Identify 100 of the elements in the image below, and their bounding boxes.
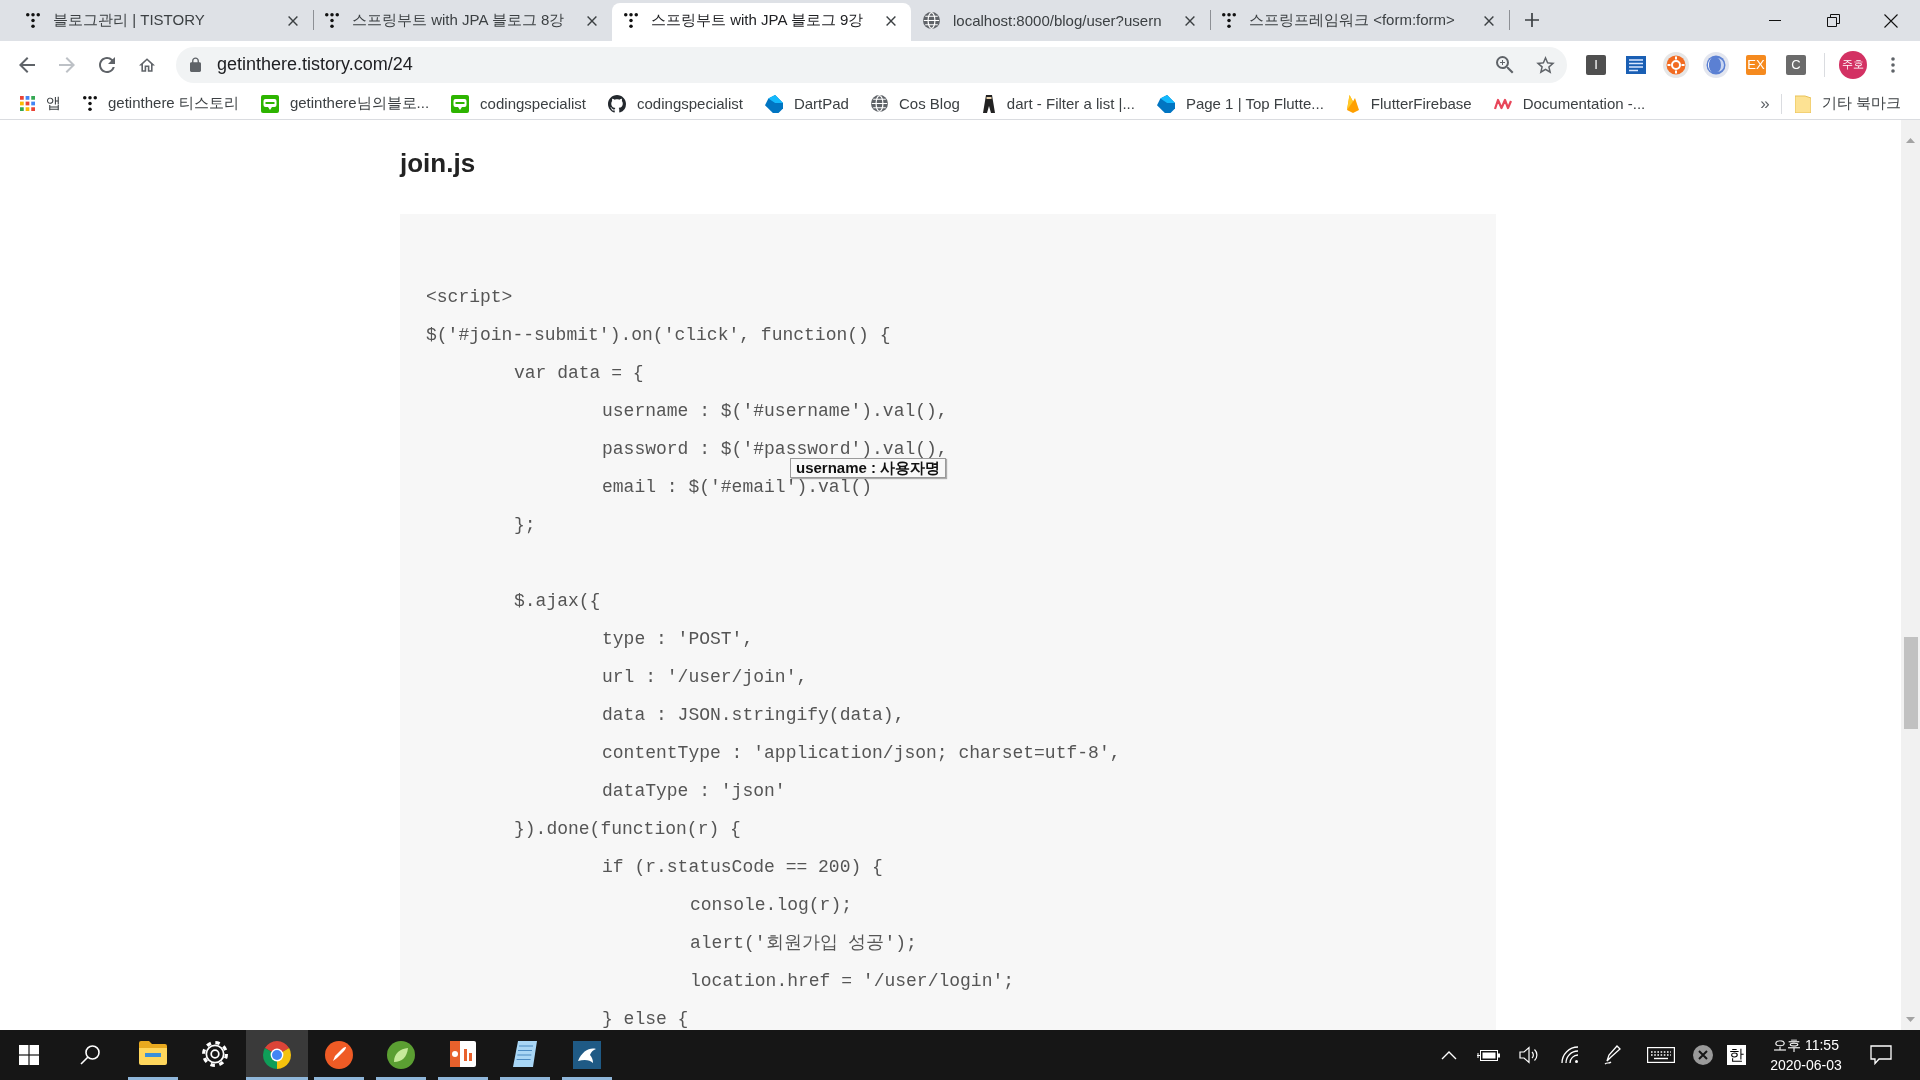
bookmark-item[interactable]: codingspecialist — [597, 89, 754, 118]
x-circle-icon[interactable] — [1693, 1045, 1713, 1065]
chevron-up-icon[interactable] — [1441, 1050, 1457, 1060]
code-line: email : $('#email').val() — [601, 478, 873, 496]
close-icon[interactable] — [587, 15, 597, 26]
code-line: } else { — [601, 1010, 689, 1028]
lock-icon — [190, 56, 201, 73]
post-heading: join.js — [400, 147, 476, 179]
clock-time[interactable]: 오후 11:55 — [1773, 1035, 1839, 1055]
code-line: password : $('#password').val(), — [601, 440, 948, 458]
bookmark-item[interactable]: Documentation -... — [1482, 89, 1657, 118]
bookmark-folder[interactable]: 기타 북마크 — [1783, 89, 1912, 118]
zoom-in-icon[interactable] — [1496, 55, 1514, 74]
close-icon[interactable] — [1185, 15, 1195, 26]
bubble-tile-icon — [451, 94, 470, 113]
wifi-icon[interactable] — [1561, 1046, 1579, 1064]
code-line: var data = { — [513, 364, 644, 382]
code-line: username : $('#username').val(), — [601, 402, 948, 420]
code-line: }).done(function(r) { — [513, 820, 741, 838]
pen-icon[interactable] — [1604, 1045, 1622, 1065]
code-line: data : JSON.stringify(data), — [601, 706, 905, 724]
zigzag-icon — [1493, 97, 1512, 110]
striped-tile-icon[interactable] — [1626, 55, 1646, 74]
bookmark-item[interactable]: getinthere 티스토리 — [72, 89, 250, 118]
cat-silhouette-icon — [608, 94, 626, 113]
logo-tile-icon[interactable] — [573, 1041, 601, 1069]
bookmark-item[interactable]: Cos Blog — [859, 89, 971, 118]
extension-button[interactable]: C — [1786, 54, 1806, 75]
diamond-icon — [764, 94, 783, 113]
clock-date[interactable]: 2020-06-03 — [1770, 1055, 1842, 1075]
code-line: type : 'POST', — [601, 630, 754, 648]
folder-icon — [1794, 94, 1811, 113]
more-bookmarks-button[interactable]: » — [1751, 89, 1779, 118]
flame-icon — [1345, 94, 1360, 113]
bookmark-item[interactable]: getinthere님의블로... — [249, 89, 441, 118]
dots-icon — [624, 13, 638, 28]
leaf-icon[interactable] — [387, 1041, 415, 1069]
code-line: $('#join--submit').on('click', function() { — [426, 326, 891, 344]
code-line: <script> — [426, 288, 513, 306]
start-icon[interactable] — [19, 1045, 39, 1065]
plus-icon[interactable] — [1525, 13, 1539, 27]
reload-icon[interactable] — [99, 56, 115, 73]
address-bar[interactable]: getinthere.tistory.com/24 — [176, 46, 1567, 83]
taskbar-button[interactable] — [246, 1030, 308, 1080]
code-line: if (r.statusCode == 200) { — [601, 858, 883, 876]
close-icon[interactable] — [1884, 13, 1898, 28]
globe-icon — [870, 95, 888, 112]
feather-circle-icon[interactable] — [325, 1041, 353, 1069]
code-line: location.href = '/user/login'; — [689, 972, 1015, 990]
apps-grid-icon — [20, 96, 35, 111]
folder-icon[interactable] — [139, 1041, 167, 1065]
profile-avatar[interactable]: 주호 — [1839, 50, 1867, 79]
gear-icon[interactable] — [202, 1041, 228, 1067]
scrollbar[interactable] — [1901, 120, 1920, 1030]
browser-tab[interactable]: 블로그관리 | TISTORY — [14, 3, 313, 41]
bubble-tile-icon — [260, 94, 279, 113]
browser-tab[interactable]: 스프링프레임워크 <form:form> — [1210, 3, 1509, 41]
notification-icon[interactable] — [1870, 1045, 1892, 1065]
star-icon[interactable] — [1536, 55, 1555, 74]
back-arrow-icon[interactable] — [19, 56, 35, 73]
close-icon[interactable] — [1484, 15, 1494, 26]
tricolor-circle-icon[interactable] — [263, 1041, 291, 1069]
code-line: contentType : 'application/json; charset=utf-8', — [601, 744, 1121, 762]
bookmark-item[interactable]: Page 1 | Top Flutte... — [1145, 89, 1335, 118]
bookmark-item[interactable]: DartPad — [753, 89, 860, 118]
ring-icon[interactable] — [1663, 51, 1689, 78]
tooltip: username : 사용자명 — [790, 458, 947, 478]
code-line: $.ajax({ — [513, 592, 601, 610]
battery-icon[interactable] — [1477, 1048, 1501, 1062]
code-line: url : '/user/join', — [601, 668, 808, 686]
browser-tab[interactable]: localhost:8000/blog/user?usern — [911, 3, 1210, 41]
extension-button[interactable]: I — [1586, 54, 1606, 75]
code-line: console.log(r); — [689, 896, 853, 914]
bookmark-item[interactable]: FlutterFirebase — [1334, 89, 1483, 118]
home-icon[interactable] — [139, 57, 155, 72]
lens-icon[interactable] — [1703, 51, 1729, 78]
figure-icon — [981, 94, 996, 113]
globe-icon — [923, 12, 940, 29]
close-icon[interactable] — [288, 15, 298, 26]
restore-icon[interactable] — [1826, 14, 1840, 27]
bookmark-item[interactable]: 앱 — [9, 89, 72, 118]
diamond-icon — [1156, 94, 1175, 113]
bookmark-item[interactable]: codingspecialist — [440, 89, 597, 118]
scrollbar-thumb[interactable] — [1903, 637, 1918, 729]
search-icon[interactable] — [80, 1045, 100, 1065]
menu-icon[interactable] — [1891, 56, 1895, 73]
input-mode-indicator[interactable]: 한 — [1726, 1045, 1746, 1065]
code-line: alert('회원가입 성공'); — [689, 934, 917, 952]
dots-icon — [325, 13, 339, 28]
bookmark-item[interactable]: dart - Filter a list |... — [970, 89, 1146, 118]
dots-icon — [26, 13, 40, 28]
browser-tab[interactable]: 스프링부트 with JPA 블로그 9강 — [612, 3, 911, 41]
dots-icon — [1222, 13, 1236, 28]
speaker-icon[interactable] — [1519, 1046, 1539, 1064]
keyboard-icon[interactable] — [1647, 1047, 1675, 1063]
close-icon[interactable] — [886, 15, 896, 26]
code-line: dataType : 'json' — [601, 782, 786, 800]
notepad-icon[interactable] — [513, 1041, 537, 1067]
browser-tab[interactable]: 스프링부트 with JPA 블로그 8강 — [313, 3, 612, 41]
dots-icon — [83, 96, 97, 111]
